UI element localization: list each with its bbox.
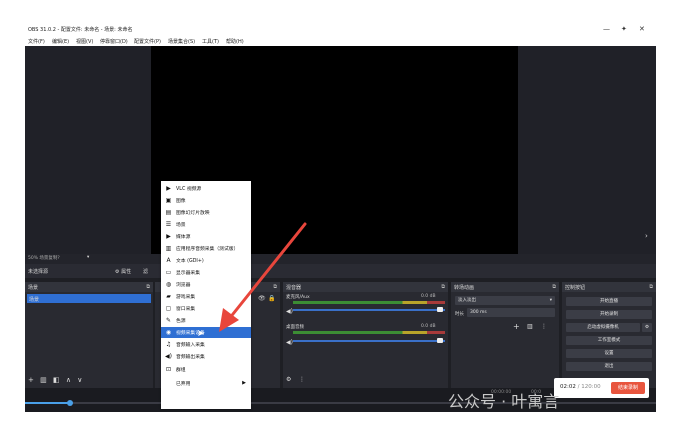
annotation-arrow-icon [219, 222, 307, 332]
cursor-icon: ➤ [197, 329, 205, 339]
obs-window: OBS 31.0.2 - 配置文件: 未命名 - 场景: 未命名 — ✦ ✕ 文… [25, 24, 656, 412]
watermark: 公众号 · 叶寓言 [448, 392, 560, 411]
